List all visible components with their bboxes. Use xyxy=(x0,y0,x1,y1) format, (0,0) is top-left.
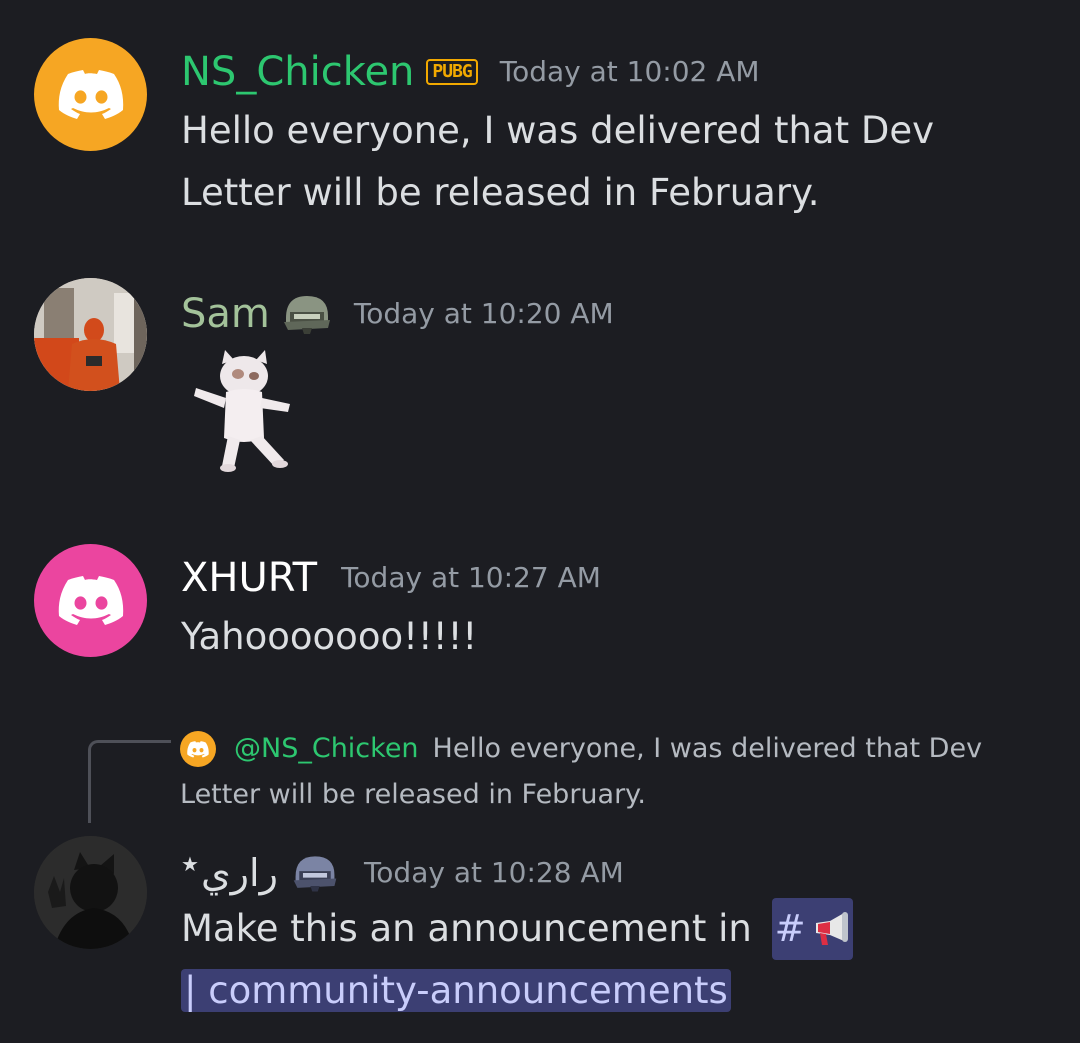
reply-connector xyxy=(88,740,171,823)
username[interactable]: NS_Chicken xyxy=(181,52,414,92)
message-content: Make this an announcement in # | communi… xyxy=(181,898,1041,1022)
username-suffix: ★ xyxy=(181,852,199,876)
reply-text-line: Hello everyone, I was delivered that Dev xyxy=(432,733,983,764)
message-line: Yahooooooo!!!!! xyxy=(181,615,478,658)
avatar-photo xyxy=(34,836,147,949)
dancing-cat-sticker[interactable] xyxy=(192,348,296,474)
helmet-icon xyxy=(290,852,340,894)
helmet-icon xyxy=(280,292,334,336)
avatar-sam[interactable] xyxy=(34,278,147,391)
username[interactable]: XHURT xyxy=(181,558,317,598)
message-content: Yahooooooo!!!!! xyxy=(181,606,477,668)
channel-name[interactable]: | community-announcements xyxy=(181,969,731,1012)
message-header: NS_Chicken PUBG Today at 10:02 AM xyxy=(181,52,760,92)
timestamp: Today at 10:27 AM xyxy=(341,561,601,594)
reply-mention[interactable]: @NS_Chicken xyxy=(234,726,419,772)
discord-logo-icon xyxy=(187,740,209,757)
avatar-rari[interactable] xyxy=(34,836,147,949)
timestamp: Today at 10:20 AM xyxy=(353,297,614,330)
message-content: Hello everyone, I was delivered that Dev… xyxy=(181,100,934,224)
avatar-xhurt[interactable] xyxy=(34,544,147,657)
discord-logo-icon xyxy=(58,575,123,625)
avatar-ns-chicken[interactable] xyxy=(34,38,147,151)
message-header: ★ راري Today at 10:28 AM xyxy=(181,852,624,894)
message-line: Letter will be released in February. xyxy=(181,171,820,214)
username[interactable]: راري xyxy=(201,854,278,892)
discord-logo-icon xyxy=(58,69,123,119)
username[interactable]: Sam xyxy=(181,294,270,334)
reply-preview[interactable]: @NS_Chicken Hello everyone, I was delive… xyxy=(180,726,1040,818)
timestamp: Today at 10:02 AM xyxy=(499,55,760,88)
timestamp: Today at 10:28 AM xyxy=(363,856,624,889)
message-line: Make this an announcement in xyxy=(181,907,752,950)
channel-hash-icon: # xyxy=(774,907,806,950)
megaphone-icon xyxy=(815,912,848,945)
channel-mention[interactable]: # xyxy=(771,898,853,960)
message-header: XHURT Today at 10:27 AM xyxy=(181,558,601,598)
avatar-photo xyxy=(34,278,147,391)
message-header: Sam Today at 10:20 AM xyxy=(181,292,614,336)
reply-avatar xyxy=(180,731,216,767)
reply-text-line: Letter will be released in February. xyxy=(180,779,646,810)
message-line: Hello everyone, I was delivered that Dev xyxy=(181,109,935,152)
pubg-badge-icon: PUBG xyxy=(426,59,478,85)
